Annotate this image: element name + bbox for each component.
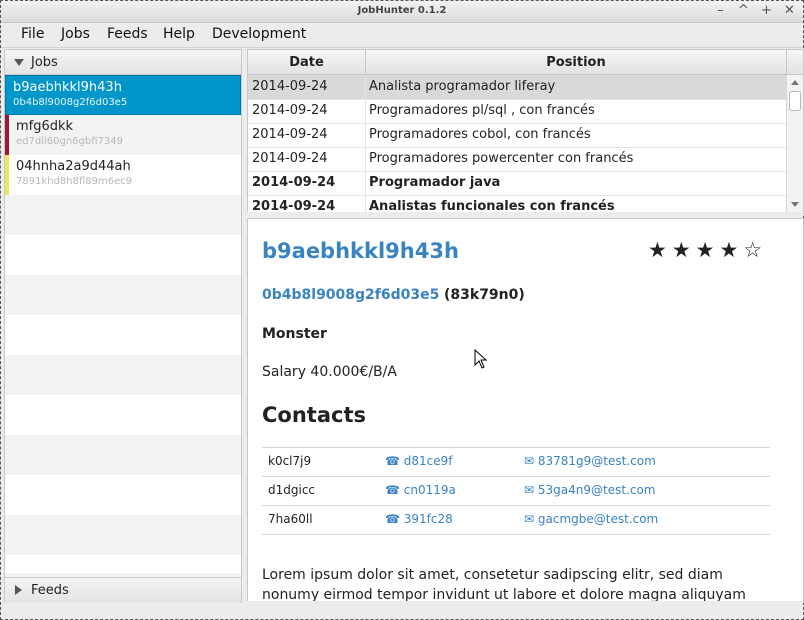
contact-email-link[interactable]: ✉ 53ga4n9@test.com [524,483,655,497]
job-id-link[interactable]: 0b4b8l9008g2f6d03e5 [262,287,439,303]
feeds-section-header[interactable]: Feeds [5,577,241,603]
positions-table: Date Position 2014-09-24 Analista program… [247,49,804,214]
jobs-section-label: Jobs [31,55,58,70]
contact-email-link[interactable]: ✉ 83781g9@test.com [524,454,656,468]
cell-date: 2014-09-24 [252,103,328,118]
cell-position: Programador java [369,175,501,190]
job-item-title: 04hnha2a9d44ah [16,159,131,174]
cell-position: Programadores cobol, con francés [369,127,591,142]
scroll-up-icon[interactable] [791,80,799,85]
job-code: (83k79n0) [444,287,525,303]
job-title: b9aebhkkl9h43h [262,239,459,263]
column-header-filler [787,50,803,75]
contact-row: d1dgicc ☎ cn0119a ✉ 53ga4n9@test.com [262,476,770,505]
cell-position: Programadores pl/sql , con francés [369,103,595,118]
maximize-icon[interactable]: + [759,2,774,20]
title-bar: JobHunter 0.1.2 – ^ + ✕ [1,1,803,23]
column-header-date[interactable]: Date [248,50,366,75]
window-title: JobHunter 0.1.2 [357,5,447,16]
menu-feeds[interactable]: Feeds [107,26,148,42]
job-item-title: mfg6dkk [16,119,74,134]
expand-arrow-icon [14,59,24,66]
contact-name: k0cl7j9 [268,454,312,468]
table-row[interactable]: 2014-09-24 Programadores powercenter con … [248,147,786,172]
cell-date: 2014-09-24 [252,79,328,94]
app-window: JobHunter 0.1.2 – ^ + ✕ File Jobs Feeds … [0,0,804,620]
job-list-item[interactable]: mfg6dkk ed7dll60gn6gbfi7349 [5,115,241,155]
contact-phone-link[interactable]: ☎ 391fc28 [385,512,453,526]
scroll-thumb[interactable] [789,91,801,111]
scroll-down-icon[interactable] [791,202,799,207]
table-row[interactable]: 2014-09-24 Programador java [248,171,786,196]
job-list-item[interactable]: b9aebhkkl9h43h 0b4b8l9008g2f6d03e5 [5,75,241,115]
feeds-section-label: Feeds [31,583,69,598]
job-item-subtitle: ed7dll60gn6gbfi7349 [16,136,123,147]
jobs-section-header[interactable]: Jobs [5,50,241,75]
mouse-cursor-icon [474,349,488,369]
contact-name: d1dgicc [268,483,316,497]
job-item-subtitle: 0b4b8l9008g2f6d03e5 [13,97,128,108]
contact-row: 7ha60ll ☎ 391fc28 ✉ gacmgbe@test.com [262,505,770,535]
collapse-arrow-icon [15,585,22,595]
cell-position: Analista programador liferay [369,79,556,94]
rating-stars[interactable]: ★★★★☆ [648,238,767,262]
sidebar: Jobs b9aebhkkl9h43h 0b4b8l9008g2f6d03e5 mf… [4,49,242,603]
contact-phone-link[interactable]: ☎ d81ce9f [385,454,453,468]
job-item-subtitle: 7891khd8h8fl89m6ec9 [16,176,133,187]
cell-date: 2014-09-24 [252,127,328,142]
contacts-heading: Contacts [262,403,366,427]
cell-date: 2014-09-24 [252,151,328,166]
job-item-title: b9aebhkkl9h43h [13,80,122,95]
menu-jobs[interactable]: Jobs [61,26,90,42]
menu-development[interactable]: Development [212,26,306,42]
salary-text: Salary 40.000€/B/A [262,364,397,380]
contact-phone-link[interactable]: ☎ cn0119a [385,483,456,497]
job-list-item[interactable]: 04hnha2a9d44ah 7891khd8h8fl89m6ec9 [5,155,241,195]
job-detail-panel: b9aebhkkl9h43h ★★★★☆ 0b4b8l9008g2f6d03e5… [247,218,804,603]
contact-email-link[interactable]: ✉ gacmgbe@test.com [524,512,658,526]
table-scrollbar[interactable] [786,75,803,213]
table-row[interactable]: 2014-09-24 Programadores cobol, con franc… [248,123,786,148]
contact-row: k0cl7j9 ☎ d81ce9f ✉ 83781g9@test.com [262,447,770,476]
menu-bar: File Jobs Feeds Help Development [1,23,803,48]
window-controls: – ^ + ✕ [713,2,797,20]
column-header-position[interactable]: Position [366,50,787,75]
table-row[interactable]: 2014-09-24 Programadores pl/sql , con fra… [248,99,786,124]
cell-date: 2014-09-24 [252,175,336,190]
job-description: Lorem ipsum dolor sit amet, consetetur s… [262,567,746,603]
job-list: b9aebhkkl9h43h 0b4b8l9008g2f6d03e5 mfg6dkk… [5,75,241,573]
menu-help[interactable]: Help [163,26,195,42]
minimize-icon[interactable]: – [713,2,728,20]
contact-name: 7ha60ll [268,512,313,526]
bottom-strip [247,601,803,618]
shade-icon[interactable]: ^ [736,2,751,20]
table-row[interactable]: 2014-09-24 Analista programador liferay [248,75,786,100]
cell-position: Programadores powercenter con francés [369,151,634,166]
close-icon[interactable]: ✕ [782,2,797,20]
menu-file[interactable]: File [21,26,44,42]
company-name: Monster [262,326,327,342]
column-divider [365,75,366,213]
contacts-table: k0cl7j9 ☎ d81ce9f ✉ 83781g9@test.com d1dgic… [262,447,770,535]
